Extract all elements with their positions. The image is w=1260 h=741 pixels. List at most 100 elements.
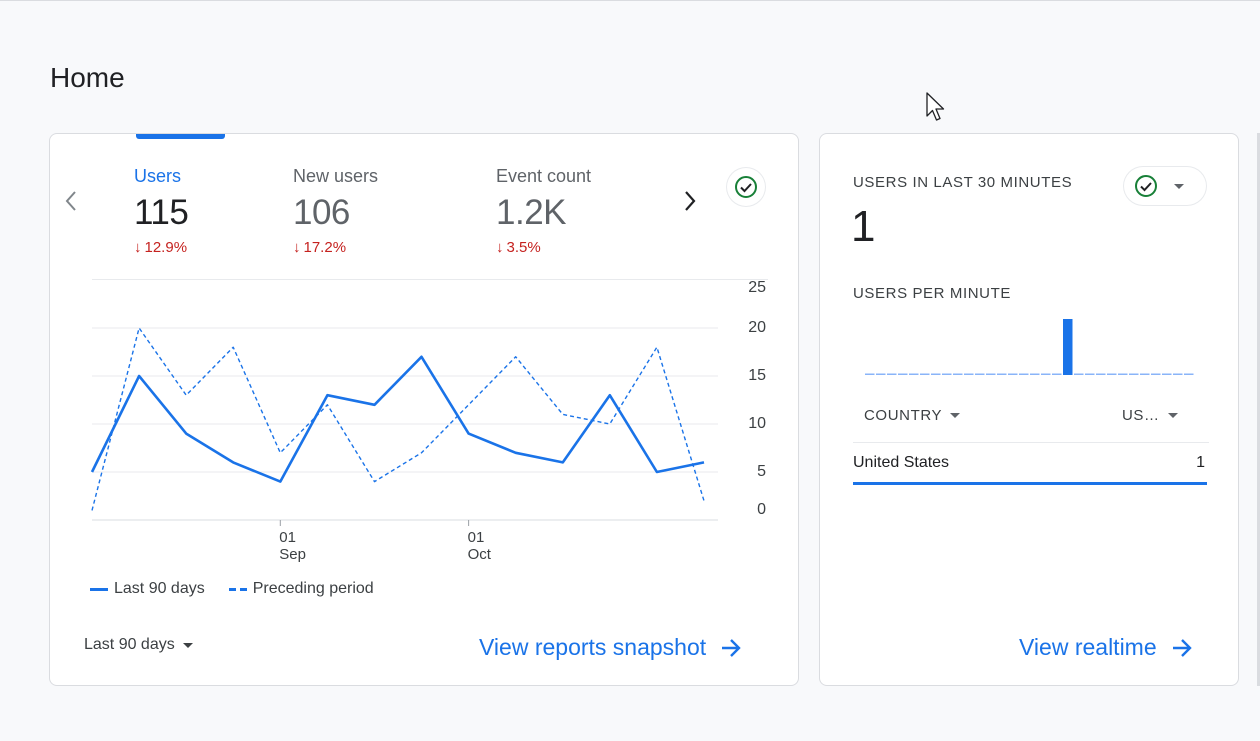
country-column-header[interactable]: COUNTRY xyxy=(864,407,961,424)
metric-new-users[interactable]: New users 106 ↓ 17.2% xyxy=(293,166,378,256)
metric-label: Users xyxy=(134,166,182,186)
metric-value: 106 xyxy=(293,193,350,232)
y-tick-label: 5 xyxy=(757,463,766,480)
minute-bar xyxy=(1151,373,1161,375)
minute-bar xyxy=(1074,373,1084,375)
legend-label: Preceding period xyxy=(252,580,374,597)
metric-event-count[interactable]: Event count 1.2K ↓ 3.5% xyxy=(496,166,591,256)
chart-legend: Last 90 days Preceding period xyxy=(90,580,398,598)
column-label: COUNTRY xyxy=(864,407,943,424)
minute-bar xyxy=(876,373,886,375)
minute-bar xyxy=(1008,373,1018,375)
overview-card: Users 115 ↓ 12.9% New users 106 ↓ 17.2% Ev… xyxy=(49,133,799,686)
realtime-card: USERS IN LAST 30 MINUTES 1 USERS PER MIN… xyxy=(819,133,1239,686)
x-tick-day: 01 xyxy=(279,529,296,546)
legend-item-previous: Preceding period xyxy=(228,580,374,598)
minute-bar xyxy=(986,373,996,375)
active-tab-indicator xyxy=(136,134,225,139)
x-tick-month: Sep xyxy=(279,546,306,563)
y-tick-label: 20 xyxy=(748,319,766,336)
check-circle-icon xyxy=(1135,175,1157,197)
view-realtime-link[interactable]: View realtime xyxy=(1019,634,1193,661)
arrow-down-icon: ↓ xyxy=(496,239,504,256)
y-tick-label: 25 xyxy=(748,279,766,296)
minute-bar xyxy=(1173,373,1183,375)
data-quality-check-icon[interactable] xyxy=(727,168,765,206)
top-divider xyxy=(0,0,1260,1)
minute-bar xyxy=(1052,373,1062,375)
minute-bar xyxy=(975,373,985,375)
minute-bar xyxy=(1030,373,1040,375)
mouse-cursor-icon xyxy=(926,92,945,121)
x-tick-month: Oct xyxy=(468,546,492,563)
chevron-right-icon[interactable] xyxy=(683,190,697,218)
minute-bar xyxy=(942,373,952,375)
metric-label: New users xyxy=(293,166,379,186)
users-per-minute-title: USERS PER MINUTE xyxy=(853,285,1011,302)
minute-bar xyxy=(1019,373,1029,375)
minute-bar xyxy=(931,373,941,375)
y-tick-label: 10 xyxy=(748,415,766,432)
share-bar xyxy=(853,482,1207,485)
minute-bar xyxy=(1129,373,1139,375)
y-tick-label: 0 xyxy=(757,501,766,518)
metric-value: 1.2K xyxy=(496,193,567,232)
table-divider xyxy=(853,442,1209,443)
minute-bar xyxy=(1184,373,1194,375)
legend-dashed-swatch xyxy=(228,587,247,591)
view-reports-snapshot-link[interactable]: View reports snapshot xyxy=(479,634,742,661)
minute-bar xyxy=(1085,373,1095,375)
metric-change: ↓ 3.5% xyxy=(496,239,541,256)
minute-bar xyxy=(953,373,963,375)
arrow-right-icon xyxy=(1172,638,1192,657)
legend-label: Last 90 days xyxy=(114,580,205,597)
metric-label: Event count xyxy=(496,166,592,186)
caret-down-icon xyxy=(1167,413,1178,418)
users-line-chart: 252015105001Sep01Oct xyxy=(90,279,766,563)
legend-solid-swatch xyxy=(90,587,108,591)
metric-change: ↓ 12.9% xyxy=(134,239,188,256)
country-cell: United States xyxy=(853,454,950,471)
minute-bar xyxy=(1162,373,1172,375)
realtime-check-dropdown[interactable] xyxy=(1124,167,1206,205)
arrow-down-icon: ↓ xyxy=(134,239,142,256)
metric-value: 115 xyxy=(134,193,189,232)
users-column-header[interactable]: US… xyxy=(1122,407,1178,424)
minute-bar xyxy=(1118,373,1128,375)
minute-bar xyxy=(1140,373,1150,375)
users-per-minute-bar-chart xyxy=(865,319,1194,375)
date-range-dropdown[interactable]: Last 90 days xyxy=(84,636,193,654)
legend-item-current: Last 90 days xyxy=(90,580,205,598)
caret-down-icon xyxy=(950,413,961,418)
table-row[interactable]: United States 1 xyxy=(853,454,1207,485)
arrow-right-icon xyxy=(722,638,741,657)
chevron-left-icon[interactable] xyxy=(64,190,78,218)
date-range-label: Last 90 days xyxy=(84,636,175,653)
minute-bar xyxy=(909,373,919,375)
realtime-user-count: 1 xyxy=(851,202,876,251)
realtime-title: USERS IN LAST 30 MINUTES xyxy=(853,174,1073,191)
arrow-down-icon: ↓ xyxy=(293,239,301,256)
minute-bar xyxy=(898,373,908,375)
minute-bar xyxy=(1041,373,1051,375)
series-line-preceding-period xyxy=(91,327,705,511)
link-label: View realtime xyxy=(1019,634,1157,660)
minute-bar xyxy=(964,373,974,375)
users-cell: 1 xyxy=(1196,454,1205,471)
column-label: US… xyxy=(1122,407,1160,424)
minute-bar xyxy=(865,373,875,375)
minute-bar xyxy=(1063,319,1073,375)
x-tick-day: 01 xyxy=(468,529,485,546)
metric-change: ↓ 17.2% xyxy=(293,239,347,256)
caret-down-icon xyxy=(1174,183,1184,189)
link-label: View reports snapshot xyxy=(479,634,707,660)
minute-bar xyxy=(997,373,1007,375)
minute-bar xyxy=(1096,373,1106,375)
minute-bar xyxy=(887,373,897,375)
minute-bar xyxy=(1107,373,1117,375)
y-tick-label: 15 xyxy=(748,367,766,384)
metric-users[interactable]: Users 115 ↓ 12.9% xyxy=(134,166,189,256)
caret-down-icon xyxy=(182,642,193,648)
minute-bar xyxy=(920,373,930,375)
page-title: Home xyxy=(50,62,125,93)
